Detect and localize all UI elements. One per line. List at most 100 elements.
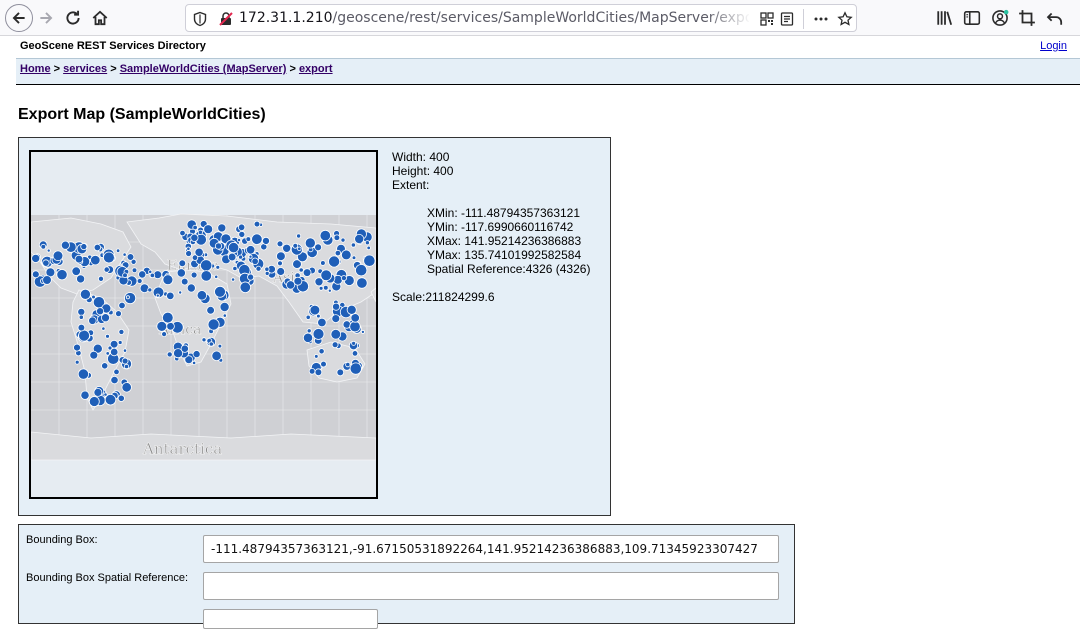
city-point [314,277,324,287]
city-point [349,320,361,333]
city-point [103,392,108,397]
city-point [366,245,371,251]
forward-icon[interactable] [33,5,59,31]
city-point [245,236,252,242]
city-point [192,224,198,231]
city-point [42,259,50,267]
city-point [117,340,123,345]
breadcrumb-home-link[interactable]: Home [20,63,51,75]
city-point [355,264,368,277]
library-icon[interactable] [932,5,958,31]
city-point [200,270,213,282]
account-icon[interactable] [987,5,1013,31]
map-label-antarctica: Antarctica [142,440,222,458]
city-point [333,234,341,241]
bookmark-star-icon[interactable] [836,10,854,28]
city-point [277,260,283,267]
city-point [122,348,128,353]
city-point [139,283,150,294]
next-field-input[interactable] [203,609,378,629]
city-point [231,277,236,282]
city-point [253,220,261,228]
city-point [305,314,311,320]
city-point [302,268,312,277]
city-point [206,306,215,315]
city-point [192,350,201,359]
city-point [110,376,119,385]
city-point [245,245,256,255]
city-point [118,301,126,310]
city-point [363,254,376,267]
breadcrumb-separator: > [50,63,64,75]
directory-header: GeoScene REST Services Directory Login [0,36,1080,58]
city-point [196,290,208,301]
city-point [74,254,84,264]
city-point [185,250,193,257]
city-point [351,340,357,346]
city-point [203,224,214,235]
city-point [356,277,368,289]
url-text[interactable]: 172.31.1.210/geoscene/rest/services/Samp… [239,10,749,28]
screenshot-icon[interactable] [1014,5,1040,31]
city-point [282,243,292,253]
city-point [138,270,147,279]
city-point [186,246,191,251]
city-point [217,343,223,349]
undo-icon[interactable] [1042,5,1068,31]
city-point [155,293,160,298]
city-point [318,348,325,355]
qr-code-icon[interactable] [758,10,776,28]
city-point [74,359,80,365]
bbox-sr-input[interactable] [203,572,779,600]
exported-map-image: Europe Asia Africa Antarctica [29,150,378,499]
city-point [78,314,84,320]
more-icon[interactable] [812,10,830,28]
city-point [126,253,135,261]
city-point [122,272,128,279]
breadcrumb-services-link[interactable]: services [63,63,107,75]
url-bar[interactable]: 172.31.1.210/geoscene/rest/services/Samp… [185,4,857,32]
back-icon[interactable] [5,4,33,32]
city-point [122,252,127,257]
city-point [71,266,81,276]
city-point [118,328,125,335]
login-link[interactable]: Login [1040,40,1067,52]
city-point [115,310,122,318]
city-point [219,301,230,312]
city-point [201,337,207,343]
city-point [103,266,110,273]
city-point [345,362,351,368]
home-icon[interactable] [87,5,113,31]
city-point [131,267,138,273]
breadcrumb-service-link[interactable]: SampleWorldCities (MapServer) [120,63,287,75]
city-point [176,268,186,278]
city-point [166,291,175,301]
city-point [351,255,357,261]
city-point [77,323,86,332]
city-point [328,255,341,268]
city-point [211,350,222,362]
city-point [296,233,302,239]
city-point [248,254,253,259]
city-point [115,248,121,253]
shield-icon[interactable] [191,10,209,28]
city-point [191,254,199,261]
city-point [237,223,246,231]
breadcrumb-export-link[interactable]: export [299,63,333,75]
city-point [125,295,130,300]
reader-view-icon[interactable] [778,10,796,28]
city-point [180,344,189,353]
city-point [186,283,196,293]
city-point [162,311,174,324]
city-point [89,350,99,360]
city-point [88,396,100,407]
city-point [96,307,105,316]
extent-ymax: YMax: 135.74101992582584 [427,248,582,262]
bbox-input[interactable]: -111.48794357363121,-91.67150531892264,1… [203,535,779,563]
city-point [354,234,365,245]
sidebar-icon[interactable] [959,5,985,31]
reload-icon[interactable] [60,5,86,31]
city-point [121,357,129,365]
insecure-lock-icon[interactable] [217,10,235,28]
city-point [117,394,125,402]
